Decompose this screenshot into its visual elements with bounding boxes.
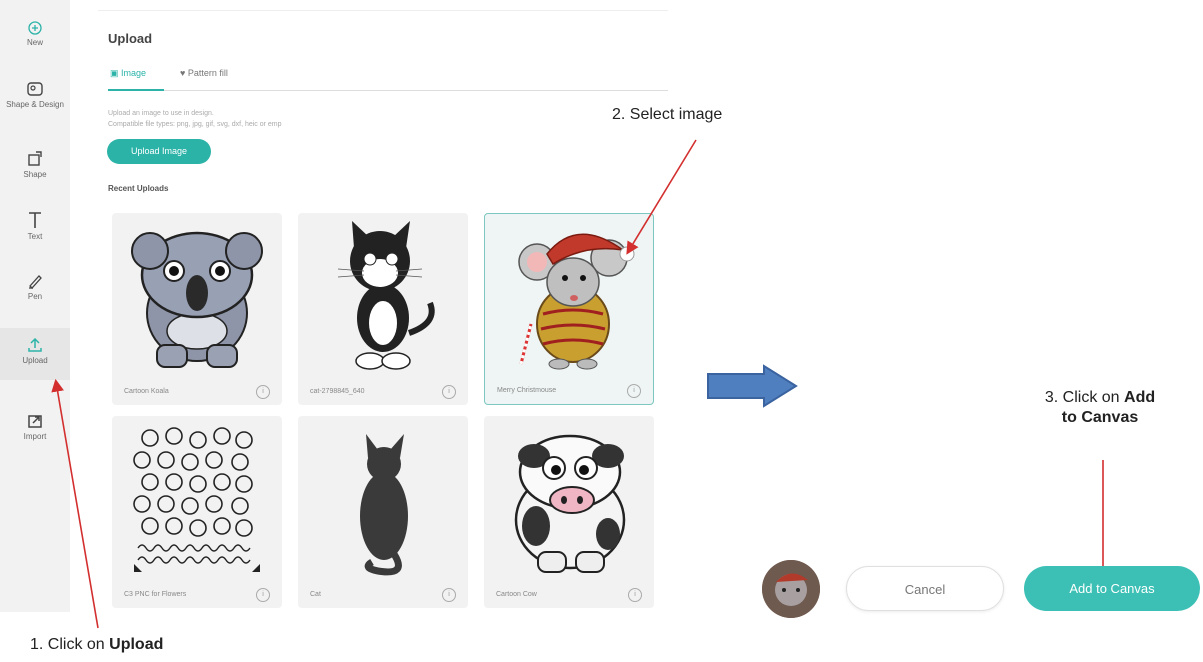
preview-thumbnail xyxy=(762,560,820,618)
step2-annotation: 2. Select image xyxy=(612,106,723,123)
annotation-arrow-select xyxy=(626,139,697,255)
step3-bold-b: to Canvas xyxy=(1061,409,1139,426)
step3-annotation: 3. Click on Add to Canvas xyxy=(1010,388,1190,428)
step1-annotation: 1. Click on Upload xyxy=(30,636,163,654)
cancel-button[interactable]: Cancel xyxy=(846,566,1004,611)
step1-text: 1. Click on xyxy=(30,636,110,653)
annotation-arrows xyxy=(51,139,1110,629)
step3-bold-a: Add xyxy=(1124,389,1156,406)
add-to-canvas-button[interactable]: Add to Canvas xyxy=(1024,566,1200,611)
annotation-arrow-upload xyxy=(51,378,99,629)
step1-bold-text: Upload xyxy=(109,636,164,653)
step3-text: 3. Click on xyxy=(1044,389,1125,406)
mouse-thumbnail-icon xyxy=(762,560,820,618)
